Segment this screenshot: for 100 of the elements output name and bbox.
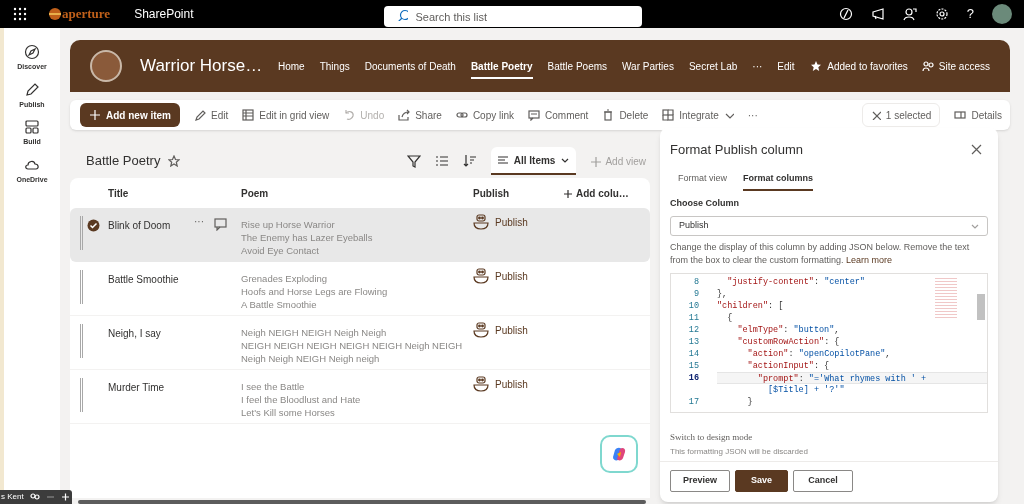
- command-button[interactable]: Delete: [602, 107, 649, 123]
- publish-button[interactable]: Publish: [473, 376, 528, 392]
- line-number: 11: [688, 312, 699, 323]
- code-line: "elmType": "button",: [736, 323, 841, 336]
- drag-handle[interactable]: [80, 270, 83, 304]
- nav-link[interactable]: ···: [752, 53, 763, 79]
- column-dropdown[interactable]: Publish: [670, 215, 988, 236]
- details-button[interactable]: Details: [954, 107, 1002, 123]
- copilot-button[interactable]: [600, 435, 638, 473]
- command-button[interactable]: Comment: [528, 107, 589, 123]
- view-selector[interactable]: All Items: [490, 147, 577, 175]
- more-options-button[interactable]: ···: [194, 218, 204, 226]
- close-button[interactable]: [971, 144, 982, 156]
- plus-icon: [563, 188, 572, 198]
- list-row[interactable]: Murder Time I see the Battle I feel the Bloodlust and Hate Let's Kill some Horses Publish: [70, 370, 650, 424]
- site-logo: [90, 50, 122, 82]
- compass-icon: [24, 44, 40, 60]
- nav-link[interactable]: Documents of Death: [364, 53, 456, 79]
- nav-link[interactable]: Secret Lab: [688, 53, 738, 79]
- title-cell[interactable]: Battle Smoothie: [108, 272, 194, 287]
- publish-button[interactable]: Publish: [473, 268, 528, 284]
- close-icon: [870, 110, 881, 120]
- command-button[interactable]: Integrate: [662, 107, 734, 123]
- horizontal-scrollbar[interactable]: [78, 500, 646, 504]
- star-icon: [168, 155, 181, 167]
- nav-link[interactable]: Battle Poetry: [470, 53, 533, 79]
- close-icon: [971, 144, 982, 156]
- nav-link[interactable]: Battle Poems: [547, 53, 608, 79]
- publish-button[interactable]: Publish: [473, 322, 528, 338]
- command-button[interactable]: Copy link: [455, 107, 514, 123]
- add-column-button[interactable]: Add colu…: [563, 185, 629, 201]
- details-icon: [954, 109, 967, 121]
- list-row[interactable]: Neigh, I say Neigh NEIGH NEIGH Neigh Neigh NEIGH NEIGH NEIGH NEIGH NEIGH Neigh NEIGH Neigh Neigh NEIGH Neigh neigh Publish: [70, 316, 650, 370]
- title-cell[interactable]: Murder Time: [108, 380, 194, 395]
- panel-title: Format Publish column: [670, 141, 803, 159]
- plus-icon: [89, 109, 101, 121]
- code-line: "customRowAction": {: [736, 335, 841, 348]
- field-label: Choose Column: [669, 197, 740, 210]
- panel-button[interactable]: Cancel: [793, 470, 853, 492]
- user-avatar[interactable]: [992, 4, 1012, 24]
- poem-cell-text: Neigh NEIGH NEIGH Neigh Neigh NEIGH NEIGH NEIGH NEIGH NEIGH Neigh NEIGH Neigh Neigh NEIGH Neigh neigh: [241, 326, 464, 365]
- copilot-logo-icon: [611, 446, 627, 462]
- help-button[interactable]: ?: [966, 4, 974, 24]
- check-circle-icon: [87, 218, 100, 232]
- app-name[interactable]: SharePoint: [134, 5, 194, 23]
- list-options-icon: [434, 154, 449, 168]
- nav-link[interactable]: Edit: [777, 53, 795, 79]
- column-header[interactable]: Title: [108, 185, 241, 201]
- title-cell[interactable]: Blink of Doom: [108, 218, 194, 233]
- command-button[interactable]: ···: [747, 107, 758, 123]
- brand-logo[interactable]: aperture: [62, 4, 111, 24]
- panel-tab[interactable]: Format view: [678, 171, 727, 191]
- design-mode-note: This formatting JSON will be discarded: [669, 446, 809, 458]
- site-access-button[interactable]: Site access: [921, 58, 990, 74]
- settings-icon: [934, 7, 949, 21]
- learn-more-link[interactable]: Learn more: [846, 254, 893, 265]
- drag-handle[interactable]: [80, 324, 83, 358]
- drag-handle[interactable]: [80, 378, 83, 412]
- panel-button[interactable]: Preview: [670, 470, 730, 492]
- favorite-button[interactable]: Added to favorites: [810, 58, 908, 74]
- vertical-scrollbar[interactable]: [977, 293, 985, 320]
- publish-button[interactable]: Publish: [473, 214, 528, 230]
- list-row[interactable]: Battle Smoothie Grenades Exploding Hoofs and Horse Legs are Flowing A Battle Smoothie Publish: [70, 262, 650, 316]
- command-button[interactable]: Add new item: [80, 103, 180, 127]
- line-number: 8: [693, 276, 699, 287]
- poem-cell-text: Grenades Exploding Hoofs and Horse Legs are Flowing A Battle Smoothie: [241, 272, 389, 311]
- app-launcher-icon: [12, 6, 28, 22]
- nav-link[interactable]: Home: [278, 53, 305, 79]
- comment-icon: [528, 109, 540, 121]
- clear-selection-button[interactable]: 1 selected: [861, 103, 941, 127]
- code-line: },: [717, 287, 729, 300]
- search-field[interactable]: Search this list: [383, 6, 642, 27]
- column-header[interactable]: Publish: [473, 185, 563, 201]
- command-button[interactable]: Edit in grid view: [242, 107, 330, 123]
- list-row[interactable]: Blink of Doom ··· Rise up Horse Warrior The Enemy has Lazer Eyeballs Avoid Eye Contact Publish: [70, 208, 650, 262]
- panel-tab[interactable]: Format columns: [743, 171, 814, 191]
- code-editor[interactable]: [670, 272, 988, 413]
- command-button[interactable]: Share: [398, 107, 442, 123]
- line-number: 17: [688, 396, 699, 407]
- column-header[interactable]: Poem: [241, 185, 473, 201]
- command-button[interactable]: Edit: [194, 107, 229, 123]
- title-cell[interactable]: Neigh, I say: [108, 326, 194, 341]
- grid-icon: [242, 109, 255, 121]
- blocks-icon: [24, 119, 40, 135]
- code-line: "justify-content": "center": [726, 275, 866, 288]
- code-line: {: [726, 311, 734, 324]
- plus-icon: [590, 155, 602, 167]
- nav-link[interactable]: Things: [319, 53, 350, 79]
- code-line: [$Title] + '?'": [767, 383, 846, 396]
- panel-button[interactable]: Save: [735, 470, 788, 492]
- line-number: 16: [688, 372, 699, 383]
- description-text: Change the display of this column by adding JSON below. Remove the text from the box to clear the custom formatting. Learn more: [669, 240, 971, 267]
- integrate-icon: [662, 109, 675, 121]
- drag-handle[interactable]: [80, 216, 83, 250]
- nav-link[interactable]: War Parties: [622, 53, 674, 79]
- pen-icon: [24, 81, 40, 98]
- link-icon: [455, 109, 468, 121]
- site-title[interactable]: Warrior Horse…: [140, 53, 274, 79]
- design-mode-link[interactable]: Switch to design mode: [660, 430, 998, 444]
- feedback-icon: [902, 7, 917, 21]
